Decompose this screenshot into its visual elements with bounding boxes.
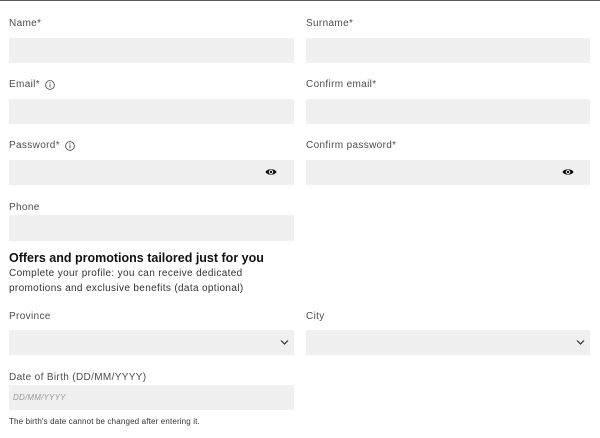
eye-icon — [265, 169, 277, 175]
confirm-email-input[interactable] — [306, 99, 590, 124]
offers-heading: Offers and promotions tailored just for … — [9, 251, 264, 265]
offers-description-line-2: promotions and exclusive benefits (data … — [9, 283, 244, 294]
info-icon[interactable] — [45, 80, 55, 90]
email-label-row: Email* — [9, 79, 55, 91]
password-label: Password* — [9, 140, 60, 151]
name-input[interactable] — [9, 38, 294, 63]
show-password-button[interactable] — [264, 167, 278, 177]
chevron-down-icon — [280, 340, 289, 345]
top-divider — [0, 0, 600, 1]
phone-label: Phone — [9, 202, 40, 213]
info-icon[interactable] — [65, 141, 75, 151]
email-label: Email* — [9, 79, 40, 90]
password-input[interactable] — [9, 160, 294, 185]
confirm-password-label: Confirm password* — [306, 140, 397, 151]
chevron-down-icon — [576, 340, 585, 345]
confirm-password-input[interactable] — [306, 160, 590, 185]
email-input[interactable] — [9, 99, 294, 124]
city-select[interactable] — [306, 330, 590, 355]
date-of-birth-input[interactable] — [9, 385, 294, 410]
date-of-birth-note: The birth's date cannot be changed after… — [9, 417, 200, 426]
show-confirm-password-button[interactable] — [561, 167, 575, 177]
city-label: City — [306, 311, 325, 322]
surname-input[interactable] — [306, 38, 590, 63]
name-label: Name* — [9, 18, 42, 29]
password-label-row: Password* — [9, 140, 75, 152]
confirm-email-label: Confirm email* — [306, 79, 377, 90]
offers-description-line-1: Complete your profile: you can receive d… — [9, 268, 243, 279]
date-of-birth-label: Date of Birth (DD/MM/YYYY) — [9, 372, 147, 383]
eye-icon — [562, 169, 574, 175]
province-select[interactable] — [9, 330, 294, 355]
surname-label: Surname* — [306, 18, 354, 29]
province-label: Province — [9, 311, 51, 322]
registration-form: Name* Surname* Email* Confirm email* Pas… — [0, 0, 600, 438]
phone-input[interactable] — [9, 215, 294, 241]
